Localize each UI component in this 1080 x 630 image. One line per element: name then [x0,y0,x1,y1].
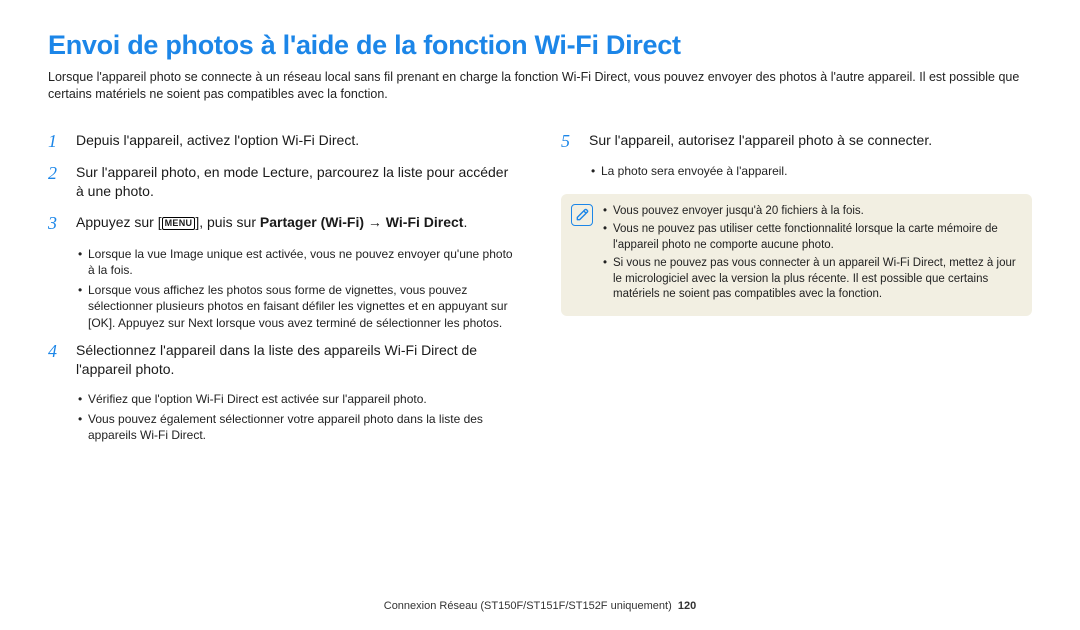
bullet-item: Vérifiez que l'option Wi-Fi Direct est a… [78,391,519,407]
text: → [364,214,386,230]
note-box: Vous pouvez envoyer jusqu'à 20 fichiers … [561,194,1032,316]
bullet-item: Lorsque vous affichez les photos sous fo… [78,282,519,331]
step-number: 1 [48,131,66,152]
step-number: 4 [48,341,66,362]
intro-paragraph: Lorsque l'appareil photo se connecte à u… [48,69,1032,103]
footer-text: Connexion Réseau (ST150F/ST151F/ST152F u… [384,600,672,612]
text: Appuyez sur [ [76,214,162,230]
note-icon [571,204,593,226]
step-1: 1 Depuis l'appareil, activez l'option Wi… [48,131,519,152]
right-column: 5 Sur l'appareil, autorisez l'appareil p… [561,131,1032,453]
text: lorsque vous avez terminé de sélectionne… [213,316,503,330]
note-item: Vous pouvez envoyer jusqu'à 20 fichiers … [603,204,1020,220]
bold-text: Next [188,316,213,330]
step-3-bullets: Lorsque la vue Image unique est activée,… [48,246,519,331]
step-5-bullets: La photo sera envoyée à l'appareil. [561,163,1032,179]
two-column-layout: 1 Depuis l'appareil, activez l'option Wi… [48,131,1032,453]
step-5: 5 Sur l'appareil, autorisez l'appareil p… [561,131,1032,152]
bold-text: Partager (Wi-Fi) [260,214,364,230]
text: ], puis sur [195,214,260,230]
step-text: Appuyez sur [MENU], puis sur Partager (W… [76,213,519,232]
step-number: 5 [561,131,579,152]
page-footer: Connexion Réseau (ST150F/ST151F/ST152F u… [0,600,1080,612]
step-text: Sur l'appareil, autorisez l'appareil pho… [589,131,1032,150]
step-4-bullets: Vérifiez que l'option Wi-Fi Direct est a… [48,391,519,444]
bold-text: Wi-Fi Direct [386,214,464,230]
note-item: Si vous ne pouvez pas vous connecter à u… [603,256,1020,303]
step-text: Sur l'appareil photo, en mode Lecture, p… [76,163,519,201]
text: . [463,214,467,230]
bullet-item: Vous pouvez également sélectionner votre… [78,411,519,443]
text: ]. Appuyez sur [109,316,188,330]
bullet-item: La photo sera envoyée à l'appareil. [591,163,1032,179]
step-4: 4 Sélectionnez l'appareil dans la liste … [48,341,519,379]
page-title: Envoi de photos à l'aide de la fonction … [48,30,1032,61]
menu-button-icon: MENU [162,217,196,229]
step-text: Sélectionnez l'appareil dans la liste de… [76,341,519,379]
note-item: Vous ne pouvez pas utiliser cette foncti… [603,222,1020,253]
step-number: 3 [48,213,66,234]
bullet-item: Lorsque la vue Image unique est activée,… [78,246,519,278]
ok-button-icon: OK [91,316,108,330]
step-2: 2 Sur l'appareil photo, en mode Lecture,… [48,163,519,201]
step-text: Depuis l'appareil, activez l'option Wi-F… [76,131,519,150]
page-number: 120 [678,600,696,612]
note-list: Vous pouvez envoyer jusqu'à 20 fichiers … [603,204,1020,306]
step-number: 2 [48,163,66,184]
left-column: 1 Depuis l'appareil, activez l'option Wi… [48,131,519,453]
step-3: 3 Appuyez sur [MENU], puis sur Partager … [48,213,519,234]
